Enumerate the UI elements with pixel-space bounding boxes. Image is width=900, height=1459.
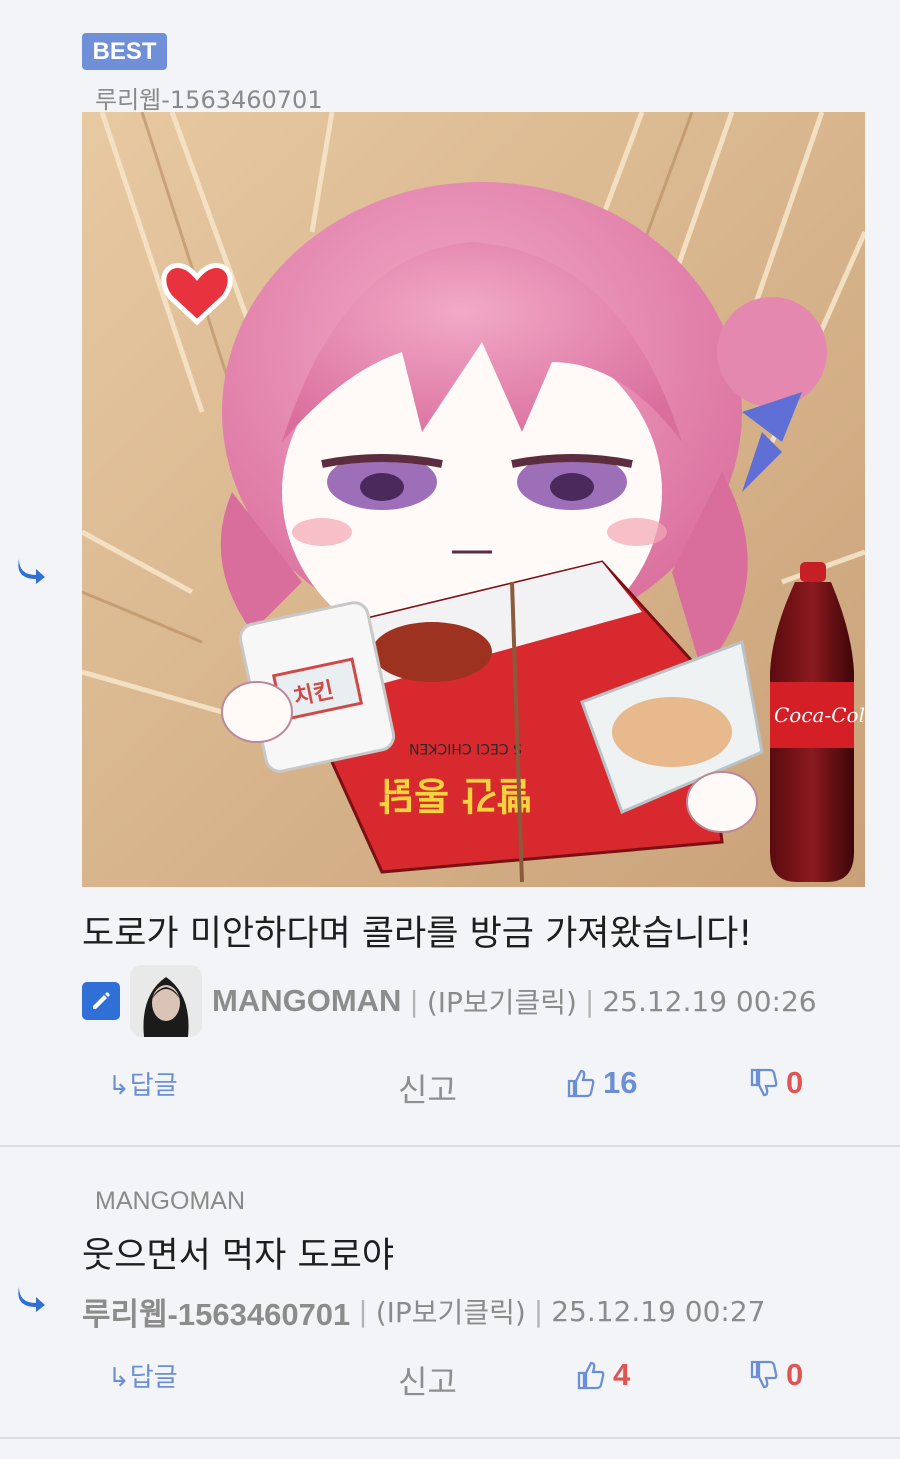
reply-label: 답글	[129, 1071, 178, 1101]
dislike-count: 0	[786, 1065, 804, 1100]
reply-label: 답글	[129, 1363, 178, 1393]
avatar[interactable]	[130, 965, 202, 1037]
meta-separator: |	[358, 1294, 368, 1328]
like-count: 4	[613, 1357, 631, 1392]
reply-button[interactable]: ↳답글	[108, 1065, 178, 1102]
comment-text: 도로가 미안하다며 콜라를 방금 가져왔습니다!	[82, 914, 753, 954]
thumbs-up-icon	[567, 1069, 595, 1098]
author-name[interactable]: MANGOMAN	[212, 983, 401, 1019]
dislike-button[interactable]: 0	[748, 1357, 803, 1393]
pencil-icon	[93, 992, 110, 1009]
comment-datetime: 25.12.19 00:26	[602, 984, 817, 1018]
meta-separator: |	[409, 984, 419, 1018]
comment-actions: ↳답글 신고 16 0	[0, 1065, 900, 1109]
report-button[interactable]: 신고	[398, 1357, 457, 1403]
comment-datetime: 25.12.19 00:27	[551, 1294, 766, 1328]
reply-button[interactable]: ↳답글	[108, 1357, 178, 1394]
comment-item: BEST 루리웹-1563460701 빨간 통닭 S CECI CHICKEN…	[0, 0, 900, 1145]
report-button[interactable]: 신고	[398, 1065, 457, 1111]
like-button[interactable]: 16	[565, 1065, 637, 1101]
meta-separator: |	[533, 1294, 544, 1328]
reply-small-arrow-icon: ↳	[108, 1071, 130, 1101]
comment-image[interactable]: 빨간 통닭 S CECI CHICKEN 치킨 Coca-Cola	[82, 112, 865, 887]
svg-text:빨간 통닭: 빨간 통닭	[379, 773, 532, 817]
comment-meta: 루리웹-1563460701 | (IP보기클릭) | 25.12.19 00:…	[82, 1289, 765, 1333]
avatar-image	[130, 965, 202, 1037]
meta-separator: |	[584, 984, 595, 1018]
ip-reveal-link[interactable]: (IP보기클릭)	[376, 1291, 526, 1331]
thumbs-up-icon	[577, 1361, 605, 1390]
anime-artwork: 빨간 통닭 S CECI CHICKEN 치킨 Coca-Cola	[82, 112, 865, 887]
author-name[interactable]: 루리웹-1563460701	[82, 1289, 350, 1334]
thumbs-down-icon	[750, 1360, 778, 1389]
comment-item: MANGOMAN 웃으면서 먹자 도로야 루리웹-1563460701 | (I…	[0, 1147, 900, 1437]
comment-meta: MANGOMAN | (IP보기클릭) | 25.12.19 00:26	[82, 965, 817, 1037]
reply-arrow-icon	[18, 559, 45, 584]
comment-text: 웃으면서 먹자 도로야	[82, 1236, 395, 1276]
thumbs-down-icon	[750, 1068, 778, 1097]
dislike-button[interactable]: 0	[748, 1065, 803, 1101]
comment-actions: ↳답글 신고 4 0	[0, 1357, 900, 1401]
edit-button[interactable]	[82, 982, 120, 1020]
quoted-username[interactable]: 루리웹-1563460701	[95, 80, 323, 115]
cola-brand-text: Coca-Cola	[774, 703, 865, 727]
best-badge: BEST	[82, 33, 167, 70]
comment-divider	[0, 1437, 900, 1439]
reply-arrow-icon	[18, 1287, 45, 1312]
dislike-count: 0	[786, 1357, 804, 1392]
box-brand-text: S CECI CHICKEN	[409, 740, 522, 756]
like-button[interactable]: 4	[575, 1357, 630, 1393]
reply-small-arrow-icon: ↳	[108, 1363, 130, 1393]
quoted-username[interactable]: MANGOMAN	[95, 1187, 245, 1216]
ip-reveal-link[interactable]: (IP보기클릭)	[427, 981, 577, 1021]
like-count: 16	[603, 1065, 638, 1100]
